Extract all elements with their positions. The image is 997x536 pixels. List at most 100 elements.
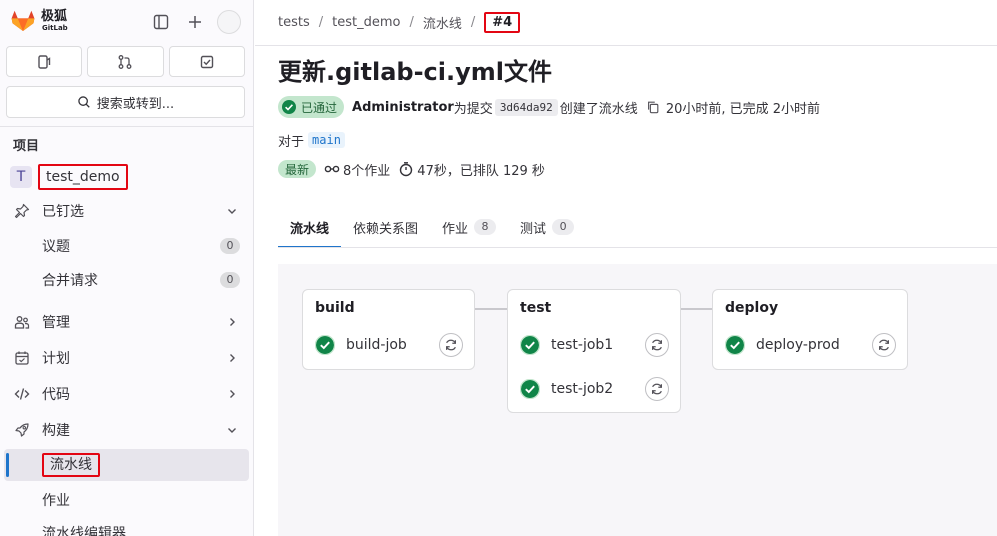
- project-avatar: T: [10, 166, 32, 188]
- stage-title: build: [315, 300, 355, 316]
- copy-icon[interactable]: [646, 100, 660, 114]
- tab-label: 测试: [520, 221, 547, 237]
- sidebar-item-issues[interactable]: 议题 0: [6, 230, 246, 262]
- pin-icon: [12, 201, 32, 221]
- project-name: test_demo: [38, 164, 128, 190]
- breadcrumb-item-pipelines[interactable]: 流水线: [423, 13, 462, 32]
- sidebar-item-label: 构建: [42, 423, 70, 439]
- author-link[interactable]: Administrator: [352, 100, 454, 115]
- commit-sha[interactable]: 3d64da92: [494, 98, 558, 116]
- job-deploy-prod[interactable]: deploy-prod: [725, 331, 840, 359]
- issues-button[interactable]: [6, 46, 83, 77]
- main-content: tests / test_demo / 流水线 / #4 更新.gitlab-c…: [255, 0, 997, 536]
- status-label: 已通过: [301, 100, 338, 115]
- stage-title: deploy: [725, 300, 779, 316]
- status-badge[interactable]: 已通过: [278, 96, 345, 118]
- issues-icon: [38, 54, 51, 69]
- breadcrumb: tests / test_demo / 流水线 / #4: [278, 10, 521, 34]
- search-icon: [78, 96, 90, 108]
- retry-icon[interactable]: [645, 333, 669, 357]
- sidebar-item-label: 管理: [42, 315, 70, 331]
- sidebar-item-plan[interactable]: 计划: [6, 342, 246, 374]
- sidebar-item-label: 流水线: [42, 453, 100, 477]
- status-success-icon: [520, 379, 540, 399]
- chevron-right-icon: [224, 314, 240, 330]
- page-title: 更新.gitlab-ci.yml文件: [278, 58, 553, 86]
- brand-name-cn: 极狐: [41, 9, 68, 24]
- job-name: deploy-prod: [756, 337, 840, 353]
- chevron-down-icon: [224, 203, 240, 219]
- gitlab-logo-icon[interactable]: [11, 10, 35, 32]
- sidebar: 极狐 GitLab 搜索或转到... 项目 T test_demo 已钉选 议题…: [0, 0, 254, 536]
- commit-text: 为提交: [453, 101, 493, 117]
- pipeline-icon: [324, 161, 340, 177]
- sidebar-item-label: 作业: [42, 493, 70, 509]
- tab-jobs[interactable]: 作业 8: [430, 206, 508, 248]
- calendar-icon: [12, 348, 32, 368]
- sidebar-divider: [0, 126, 253, 127]
- merge-requests-button[interactable]: [87, 46, 164, 77]
- tab-dependency-graph[interactable]: 依赖关系图: [341, 206, 430, 248]
- sidebar-section-label: 项目: [13, 139, 40, 154]
- sidebar-toggle-icon[interactable]: [149, 10, 173, 34]
- breadcrumb-item-current[interactable]: #4: [484, 11, 521, 33]
- job-name: build-job: [346, 337, 407, 353]
- job-name: test-job1: [551, 337, 614, 353]
- job-test-job1[interactable]: test-job1: [520, 331, 613, 359]
- merge-requests-count: 0: [220, 272, 240, 288]
- retry-icon[interactable]: [645, 377, 669, 401]
- tabs-divider: [278, 247, 997, 248]
- header-divider: [255, 45, 997, 46]
- stage-title: test: [520, 300, 552, 316]
- tab-pipeline[interactable]: 流水线: [278, 206, 342, 248]
- sidebar-item-label: 议题: [42, 239, 70, 255]
- sidebar-item-label: 计划: [42, 351, 70, 367]
- code-icon: [12, 384, 32, 404]
- merge-request-icon: [119, 54, 132, 69]
- pipeline-meta: 已通过 Administrator 为提交 3d64da92 创建了流水线 20…: [278, 96, 820, 118]
- sidebar-counters: [6, 46, 245, 78]
- search-label: 搜索或转到...: [96, 96, 175, 112]
- sidebar-item-pinned[interactable]: 已钉选: [6, 195, 246, 227]
- time-info: 20小时前, 已完成 2小时前: [665, 101, 821, 117]
- retry-icon[interactable]: [439, 333, 463, 357]
- user-avatar[interactable]: [217, 10, 241, 34]
- sidebar-item-label: 已钉选: [42, 204, 84, 220]
- sidebar-item-pipelines[interactable]: 流水线: [6, 449, 246, 481]
- tab-label: 流水线: [290, 221, 330, 237]
- timer-icon: [398, 161, 414, 177]
- sidebar-item-jobs[interactable]: 作业: [6, 484, 246, 516]
- sidebar-item-code[interactable]: 代码: [6, 378, 246, 410]
- status-success-icon: [725, 335, 745, 355]
- status-success-icon: [282, 100, 296, 114]
- sidebar-item-label: 合并请求: [42, 273, 98, 289]
- sidebar-item-label: 代码: [42, 387, 70, 403]
- sidebar-item-pipeline-editor[interactable]: 流水线编辑器: [6, 517, 246, 536]
- brand-name-en: GitLab: [42, 24, 68, 32]
- sidebar-item-manage[interactable]: 管理: [6, 306, 246, 338]
- project-link[interactable]: T test_demo: [10, 164, 128, 190]
- pipeline-graph: build build-job test test-job1 test-job2: [278, 264, 997, 536]
- search-button[interactable]: 搜索或转到...: [6, 86, 245, 118]
- breadcrumb-item-project[interactable]: test_demo: [332, 15, 400, 30]
- issues-count: 0: [220, 238, 240, 254]
- ref-link[interactable]: main: [308, 132, 345, 148]
- todos-button[interactable]: [168, 46, 245, 77]
- status-success-icon: [315, 335, 335, 355]
- sidebar-item-label: 流水线编辑器: [42, 526, 126, 536]
- created-text: 创建了流水线: [559, 101, 638, 117]
- sidebar-item-merge-requests[interactable]: 合并请求 0: [6, 264, 246, 296]
- tab-tests[interactable]: 测试 0: [508, 206, 586, 248]
- breadcrumb-item-group[interactable]: tests: [278, 15, 310, 30]
- plus-icon[interactable]: [183, 10, 207, 34]
- retry-icon[interactable]: [872, 333, 896, 357]
- job-name: test-job2: [551, 381, 614, 397]
- duration: 47秒，已排队 129 秒: [417, 163, 545, 179]
- tab-label: 依赖关系图: [353, 221, 419, 237]
- latest-badge: 最新: [278, 160, 317, 178]
- chevron-right-icon: [224, 350, 240, 366]
- job-build-job[interactable]: build-job: [315, 331, 407, 359]
- tab-count: 8: [474, 219, 497, 235]
- job-test-job2[interactable]: test-job2: [520, 375, 613, 403]
- sidebar-item-build[interactable]: 构建: [6, 414, 246, 446]
